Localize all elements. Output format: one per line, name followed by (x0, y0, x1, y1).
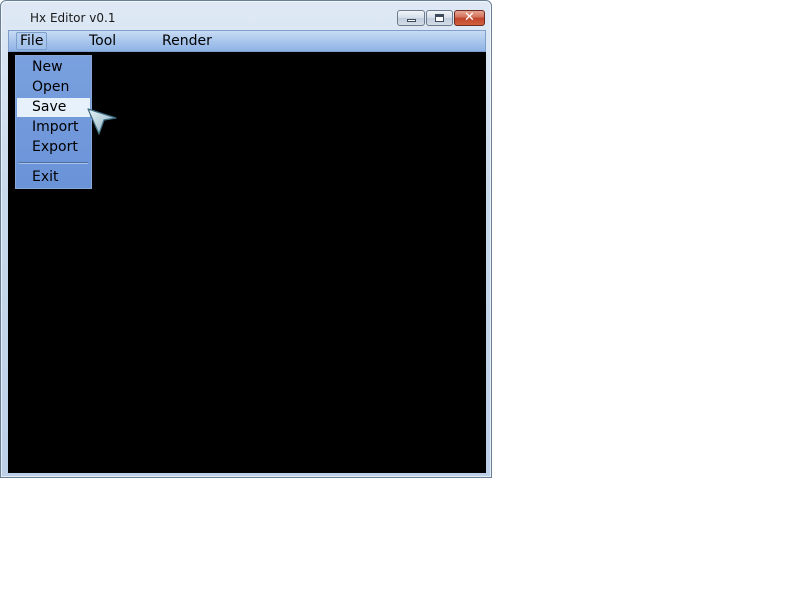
file-menu-open[interactable]: Open (17, 78, 90, 97)
file-menu-export[interactable]: Export (17, 138, 90, 157)
maximize-icon (435, 14, 444, 22)
mouse-pointer-icon (87, 108, 117, 135)
file-menu-exit[interactable]: Exit (17, 168, 90, 187)
file-menu-import[interactable]: Import (17, 118, 90, 137)
close-icon: ✕ (464, 10, 475, 25)
maximize-button[interactable] (426, 10, 453, 26)
file-dropdown-menu: New Open Save Import Export Exit (15, 55, 92, 189)
menu-separator (19, 162, 88, 164)
menu-file[interactable]: File (16, 32, 48, 50)
menu-render[interactable]: Render (159, 32, 215, 50)
menu-bar: File Tool Render (8, 30, 486, 52)
minimize-icon (407, 19, 416, 22)
close-button[interactable]: ✕ (454, 10, 485, 26)
window-title: Hx Editor v0.1 (30, 11, 116, 25)
file-menu-new[interactable]: New (17, 58, 90, 77)
minimize-button[interactable] (397, 10, 425, 26)
menu-tool[interactable]: Tool (86, 32, 119, 50)
title-bar[interactable]: Hx Editor v0.1 ✕ (1, 1, 491, 29)
file-menu-save[interactable]: Save (17, 98, 90, 117)
